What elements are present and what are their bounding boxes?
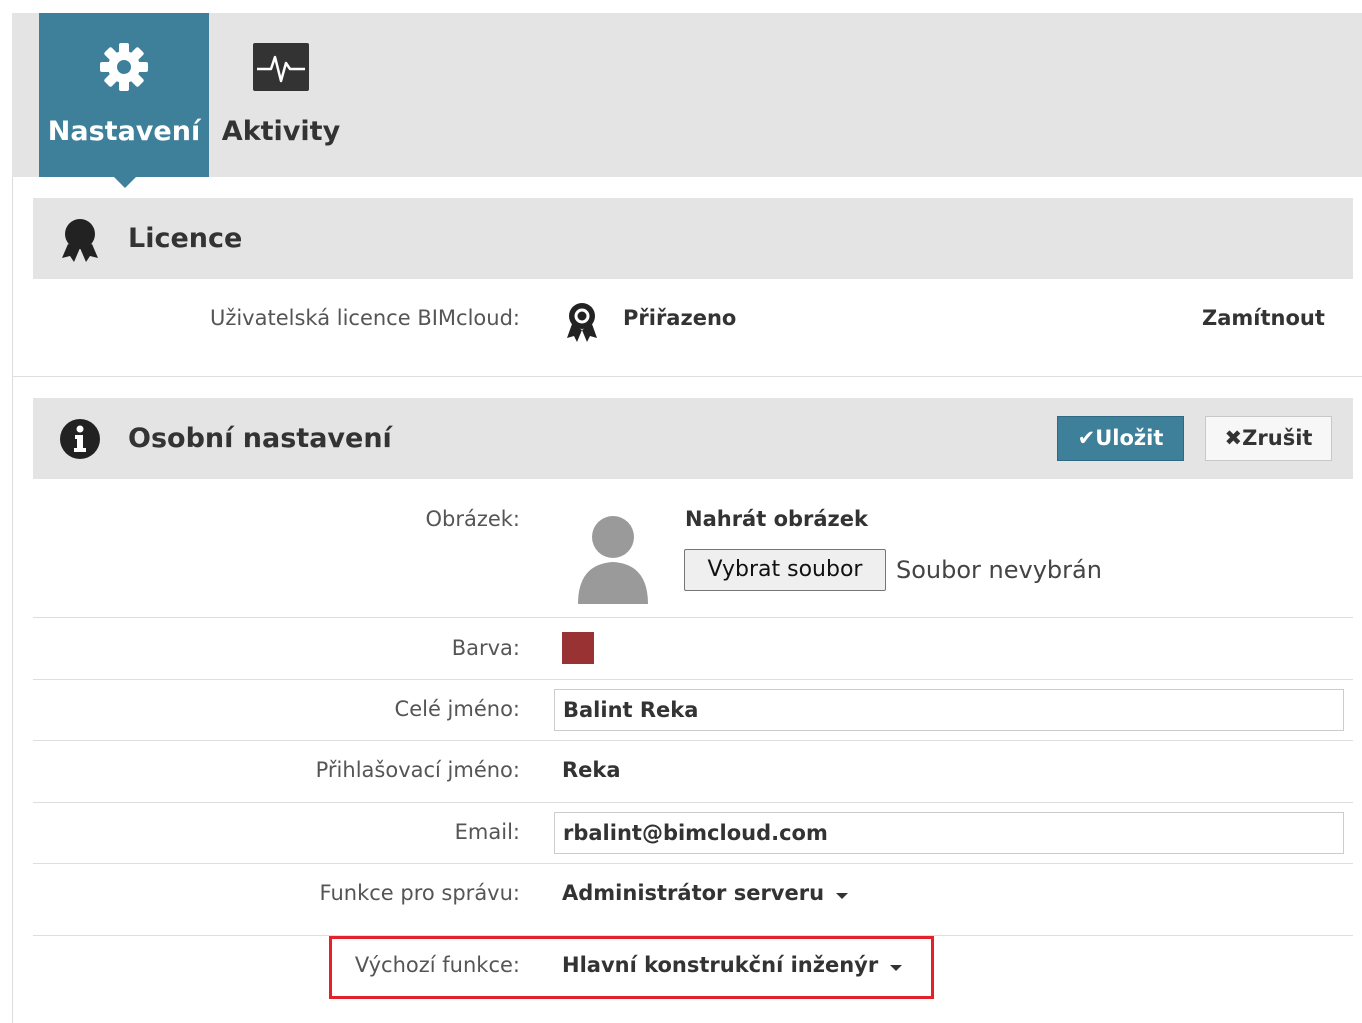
color-label: Barva: xyxy=(451,636,520,660)
close-icon: ✖ xyxy=(1224,426,1243,450)
admin-role-dropdown[interactable]: Administrátor serveru xyxy=(562,881,849,905)
award-outline-icon xyxy=(564,302,600,346)
highlight-box xyxy=(329,936,934,999)
email-label: Email: xyxy=(454,820,520,844)
row-divider xyxy=(33,617,1353,618)
row-divider xyxy=(33,679,1353,680)
admin-role-label: Funkce pro správu: xyxy=(319,881,520,905)
check-icon: ✔ xyxy=(1077,426,1096,450)
license-section-header: Licence xyxy=(33,198,1353,279)
gear-icon xyxy=(98,41,150,97)
row-divider xyxy=(33,740,1353,741)
license-section-title: Licence xyxy=(128,223,243,254)
admin-role-value: Administrátor serveru xyxy=(562,881,825,905)
email-input[interactable]: rbalint@bimcloud.com xyxy=(554,812,1344,854)
tab-activities-label: Aktivity xyxy=(221,116,341,147)
cancel-button[interactable]: ✖Zrušit xyxy=(1205,416,1332,461)
picture-label: Obrázek: xyxy=(425,507,520,531)
row-divider xyxy=(33,802,1353,803)
save-button[interactable]: ✔Uložit xyxy=(1057,416,1184,461)
info-icon xyxy=(60,419,100,463)
login-label: Přihlašovací jméno: xyxy=(315,758,520,782)
award-icon xyxy=(60,218,100,266)
tab-settings-label: Nastavení xyxy=(47,116,201,147)
chevron-down-icon xyxy=(836,892,849,899)
reject-license-link[interactable]: Zamítnout xyxy=(1202,306,1325,330)
content-left-border xyxy=(12,177,13,1023)
fullname-input[interactable]: Balint Reka xyxy=(554,689,1344,731)
upload-picture-title: Nahrát obrázek xyxy=(685,507,868,531)
login-value: Reka xyxy=(562,758,621,782)
file-status: Soubor nevybrán xyxy=(896,556,1102,584)
license-status: Přiřazeno xyxy=(623,306,737,330)
active-tab-pointer xyxy=(114,177,136,188)
choose-file-button[interactable]: Vybrat soubor xyxy=(684,549,886,591)
row-divider xyxy=(33,863,1353,864)
cancel-button-label: Zrušit xyxy=(1242,426,1313,450)
personal-section-title: Osobní nastavení xyxy=(128,423,392,454)
save-button-label: Uložit xyxy=(1095,426,1164,450)
tab-settings[interactable]: Nastavení xyxy=(39,13,209,188)
license-row-label: Uživatelská licence BIMcloud: xyxy=(209,306,520,330)
activity-icon xyxy=(253,41,309,97)
tab-activities[interactable]: Aktivity xyxy=(213,13,349,177)
color-swatch[interactable] xyxy=(562,632,594,664)
section-divider xyxy=(12,376,1362,377)
avatar xyxy=(574,510,652,610)
fullname-label: Celé jméno: xyxy=(394,697,520,721)
